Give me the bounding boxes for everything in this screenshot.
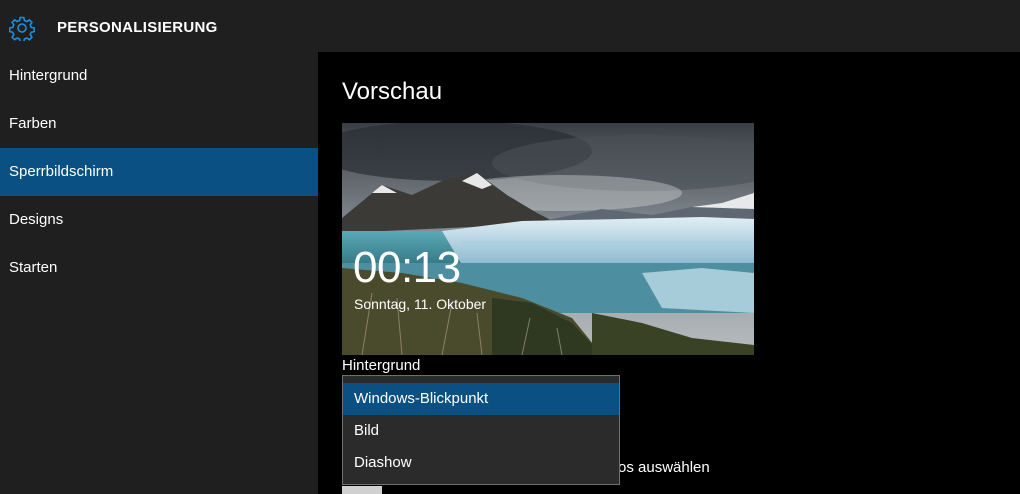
dropdown-option-bild[interactable]: Bild bbox=[343, 415, 619, 447]
gear-icon bbox=[8, 15, 36, 43]
dropdown-option-diashow[interactable]: Diashow bbox=[343, 447, 619, 479]
page-title: Vorschau bbox=[342, 78, 443, 105]
background-dropdown-list[interactable]: Windows-Blickpunkt Bild Diashow bbox=[342, 375, 620, 485]
lock-screen-preview: 00:13 Sonntag, 11. Oktober bbox=[342, 123, 754, 355]
preview-date: Sonntag, 11. Oktober bbox=[354, 296, 487, 312]
sidebar-item-label: Hintergrund bbox=[9, 67, 88, 84]
app-title: PERSONALISIERUNG bbox=[57, 19, 218, 36]
sidebar-item-label: Designs bbox=[9, 211, 64, 228]
sidebar-item-designs[interactable]: Designs bbox=[0, 196, 318, 244]
sidebar-item-label: Farben bbox=[9, 115, 57, 132]
sidebar-item-label: Sperrbildschirm bbox=[9, 163, 114, 180]
sidebar: Hintergrund Farben Sperrbildschirm Desig… bbox=[0, 52, 318, 494]
preview-image bbox=[342, 123, 754, 355]
sidebar-item-label: Starten bbox=[9, 259, 58, 276]
sidebar-item-sperrbildschirm[interactable]: Sperrbildschirm bbox=[0, 148, 318, 196]
sidebar-item-starten[interactable]: Starten bbox=[0, 244, 318, 292]
title-bar: PERSONALISIERUNG bbox=[0, 0, 1020, 52]
dropdown-option-windows-blickpunkt[interactable]: Windows-Blickpunkt bbox=[343, 383, 619, 415]
sidebar-item-hintergrund[interactable]: Hintergrund bbox=[0, 52, 318, 100]
obscured-button[interactable] bbox=[342, 486, 382, 494]
background-label: Hintergrund bbox=[342, 357, 421, 374]
sidebar-item-farben[interactable]: Farben bbox=[0, 100, 318, 148]
main-content: Vorschau 00:13 Sonntag, 11. Oktober Hint… bbox=[318, 52, 1020, 494]
obscured-option-text: os auswählen bbox=[618, 459, 710, 476]
preview-clock: 00:13 bbox=[353, 243, 461, 292]
